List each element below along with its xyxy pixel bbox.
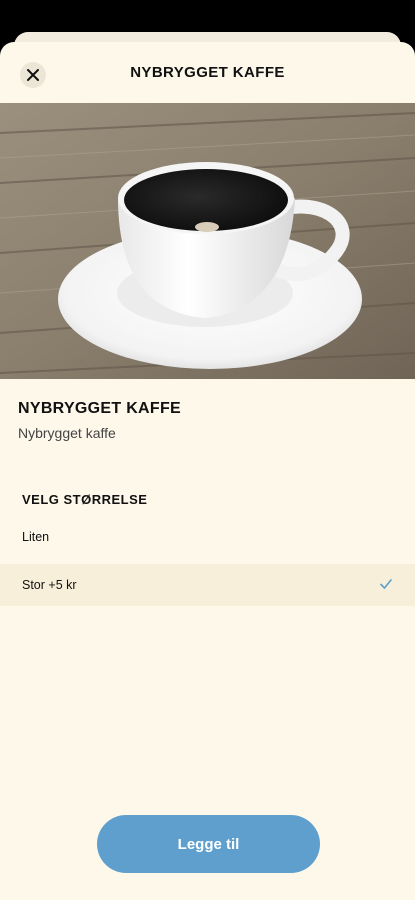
product-name: NYBRYGGET KAFFE — [18, 400, 182, 417]
size-option-label: Liten — [22, 530, 50, 544]
size-option-small[interactable]: Liten — [0, 516, 415, 558]
close-button[interactable] — [20, 62, 46, 88]
size-option-label: Stor +5 kr — [22, 578, 77, 592]
sheet-header: NYBRYGGET KAFFE — [0, 42, 415, 103]
checkmark-icon — [380, 579, 392, 589]
page-title: NYBRYGGET KAFFE — [130, 64, 285, 81]
coffee-cup-photo — [0, 103, 415, 379]
add-to-order-button[interactable]: Legge til — [97, 815, 320, 873]
size-option-large[interactable]: Stor +5 kr — [0, 564, 415, 606]
product-sheet: NYBRYGGET KAFFE NYBRYGGET KAFFE Nybrygge… — [0, 42, 415, 900]
size-section-title: VELG STØRRELSE — [22, 492, 148, 507]
product-image — [0, 103, 415, 379]
product-description: Nybrygget kaffe — [18, 425, 116, 441]
close-icon — [27, 69, 39, 81]
